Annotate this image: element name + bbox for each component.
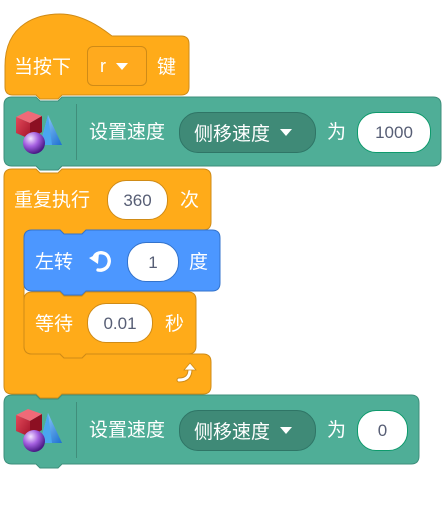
- key-select-dropdown[interactable]: r: [87, 46, 147, 86]
- speed-value-text-2: 0: [377, 421, 388, 440]
- robot-extension-icon: [16, 111, 62, 154]
- turn-degrees-text: 1: [148, 252, 158, 272]
- to-label: 为: [327, 121, 347, 143]
- robot-extension-icon: [16, 409, 62, 452]
- wait-seconds-text: 0.01: [103, 313, 137, 333]
- turn-left-label: 左转: [35, 251, 74, 273]
- block-script-canvas: 当按下 r 键 设置速度 侧移速度 为 1000 重复执行 360 次 左转 1…: [0, 0, 442, 514]
- speed-value-input-2[interactable]: 0: [357, 410, 408, 451]
- to-label-2: 为: [327, 419, 347, 441]
- set-speed-label-2: 设置速度: [89, 419, 166, 441]
- speed-type-dropdown[interactable]: 侧移速度: [179, 112, 316, 153]
- speed-type-value-2: 侧移速度: [194, 421, 271, 443]
- wait-unit-label: 秒: [165, 313, 185, 335]
- block-divider: [76, 104, 77, 160]
- repeat-count-input[interactable]: 360: [107, 180, 168, 220]
- dropdown-arrow-icon: [116, 62, 128, 70]
- rotate-left-icon: [89, 251, 111, 272]
- dropdown-arrow-icon: [280, 129, 293, 136]
- speed-type-value: 侧移速度: [194, 123, 271, 145]
- repeat-count-text: 360: [123, 190, 152, 210]
- repeat-label: 重复执行: [14, 189, 91, 211]
- turn-degrees-input[interactable]: 1: [127, 242, 179, 282]
- wait-label: 等待: [35, 313, 74, 335]
- dropdown-arrow-icon: [280, 427, 293, 434]
- set-speed-label: 设置速度: [89, 121, 166, 143]
- when-key-label: 当按下: [14, 56, 72, 78]
- wait-seconds-input[interactable]: 0.01: [87, 303, 153, 343]
- block-divider: [76, 402, 77, 458]
- speed-value-input[interactable]: 1000: [357, 112, 431, 153]
- speed-type-dropdown-2[interactable]: 侧移速度: [179, 410, 316, 451]
- key-value: r: [100, 55, 106, 76]
- loop-arrow-icon: [176, 362, 197, 383]
- speed-value-text: 1000: [375, 123, 413, 142]
- turn-unit-label: 度: [189, 251, 209, 273]
- repeat-unit-label: 次: [180, 189, 200, 211]
- key-suffix-label: 键: [157, 56, 177, 78]
